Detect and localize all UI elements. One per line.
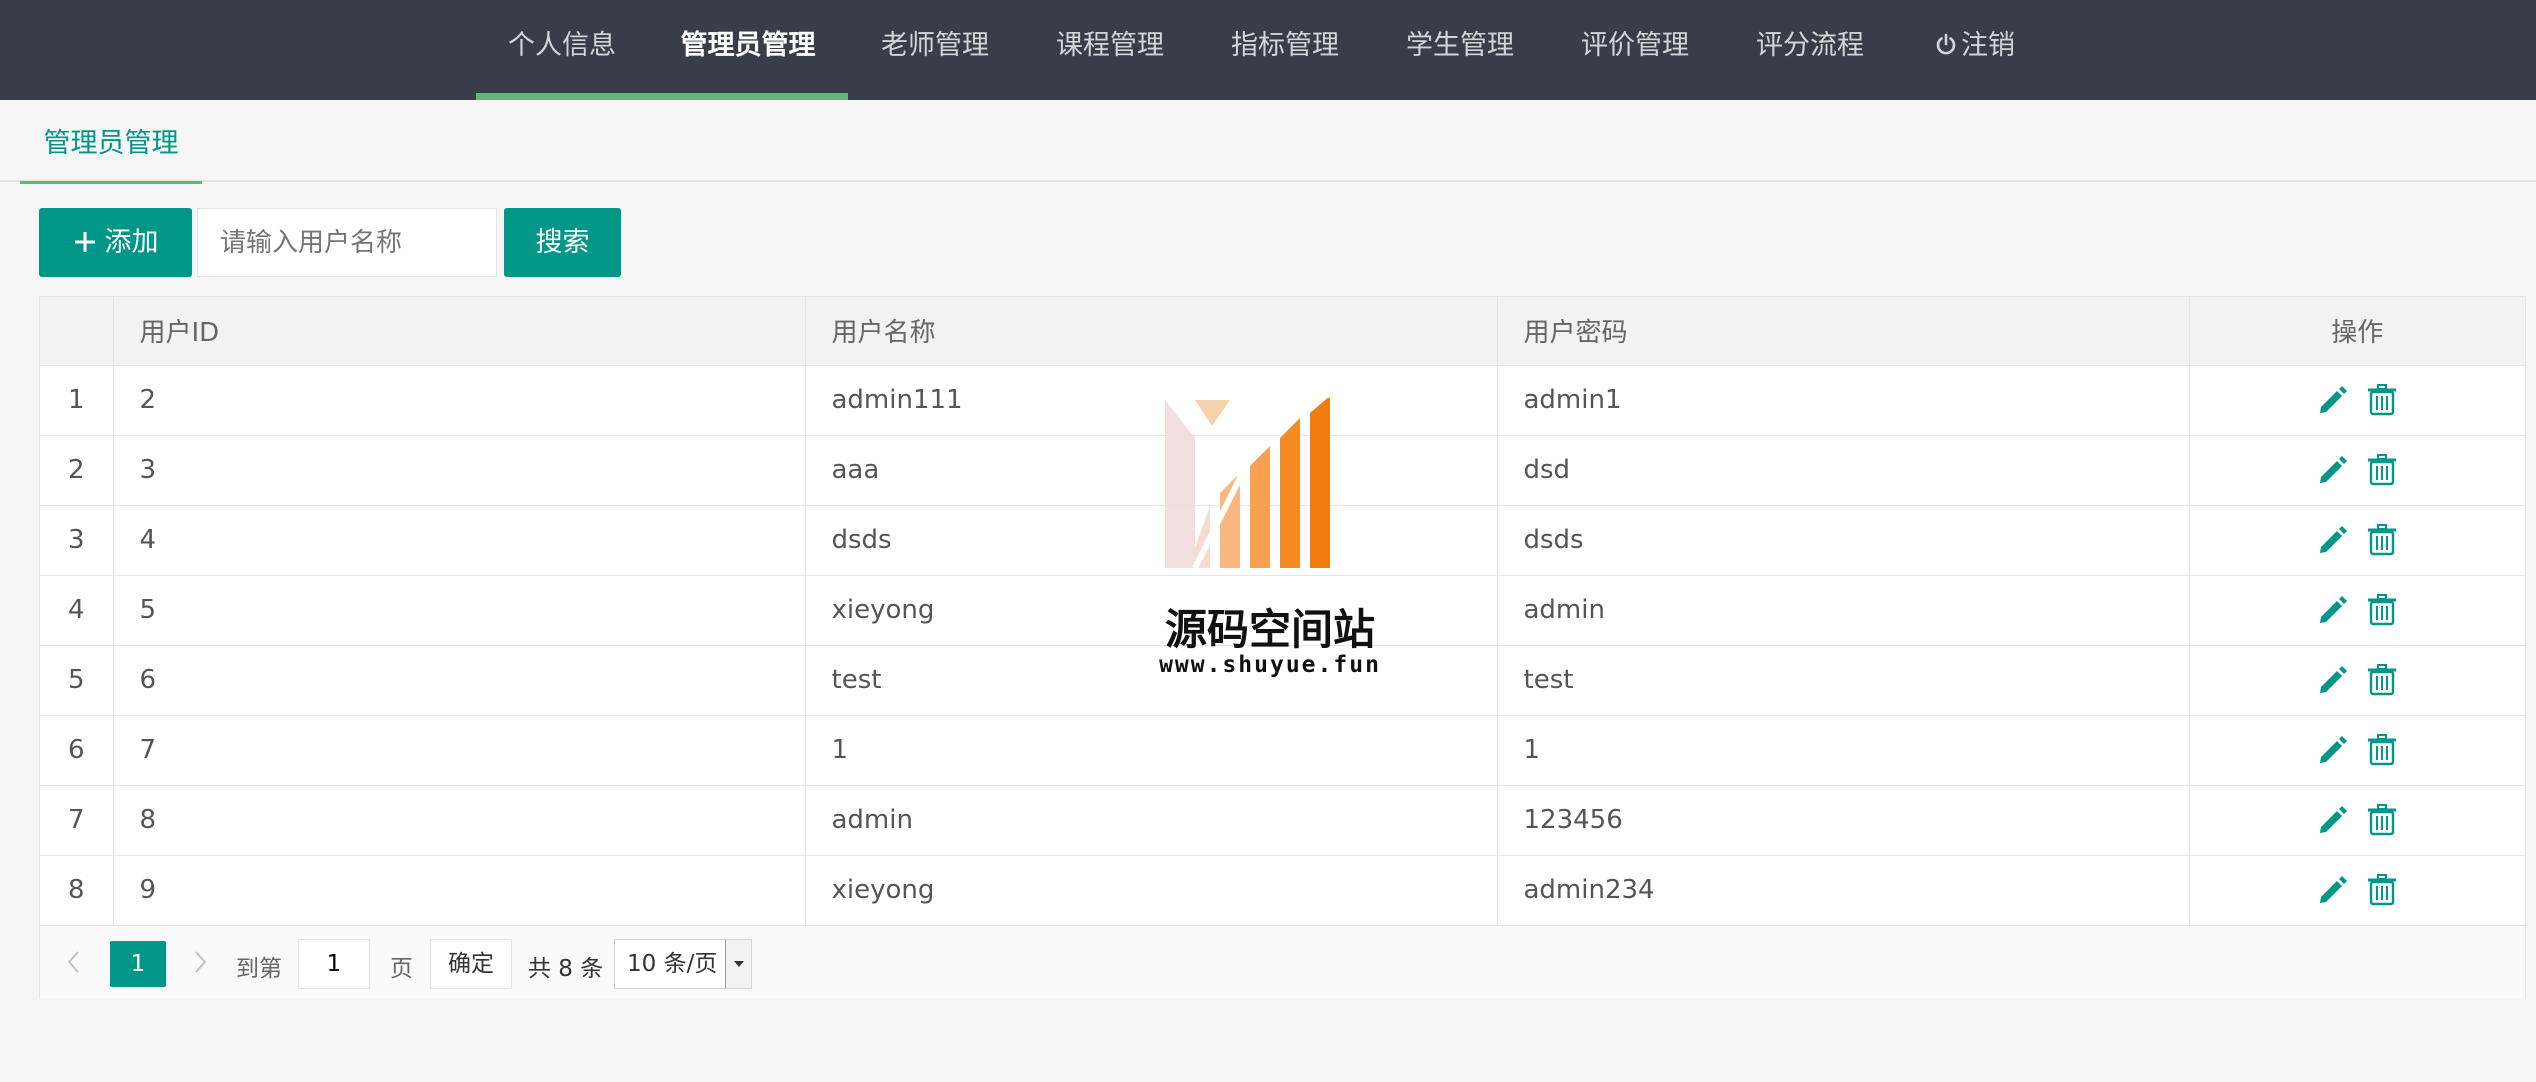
nav-item-indicator-management[interactable]: 指标管理 [1210, 0, 1360, 100]
cell-user-password: test [1497, 645, 2190, 716]
cell-user-id: 3 [113, 435, 806, 506]
row-index: 2 [40, 435, 114, 506]
table-header-row: 用户ID 用户名称 用户密码 操作 [40, 297, 2525, 366]
cell-user-id: 2 [113, 365, 806, 436]
column-header-index [40, 297, 114, 366]
watermark: 源码空间站 www.shuyue.fun [1150, 398, 1390, 698]
tab-admin-management[interactable]: 管理员管理 [20, 100, 202, 184]
cell-user-id: 7 [113, 715, 806, 786]
nav-item-teacher-management[interactable]: 老师管理 [860, 0, 1010, 100]
goto-confirm-button[interactable]: 确定 [430, 939, 512, 989]
table-row: 8 9 xieyong admin234 [40, 855, 2525, 926]
edit-icon[interactable] [2315, 803, 2349, 837]
nav-item-personal-info[interactable]: 个人信息 [476, 0, 648, 100]
row-index: 1 [40, 365, 114, 436]
page-size-select[interactable]: 10 条/页 [614, 939, 752, 989]
cell-actions [2189, 365, 2525, 436]
cell-actions [2189, 435, 2525, 506]
cell-user-name: 1 [805, 715, 1498, 786]
add-button[interactable]: 添加 [39, 208, 192, 277]
nav-item-admin-management-label: 管理员管理 [680, 30, 816, 61]
cell-user-password: admin234 [1497, 855, 2190, 926]
edit-icon[interactable] [2315, 873, 2349, 907]
edit-icon[interactable] [2315, 733, 2349, 767]
delete-icon[interactable] [2365, 453, 2399, 487]
cell-actions [2189, 785, 2525, 856]
delete-icon[interactable] [2365, 803, 2399, 837]
cell-user-password: 1 [1497, 715, 2190, 786]
edit-icon[interactable] [2315, 383, 2349, 417]
goto-page-label: 到第 [236, 956, 282, 982]
cell-user-password: 123456 [1497, 785, 2190, 856]
column-header-user-name[interactable]: 用户名称 [805, 297, 1498, 366]
delete-icon[interactable] [2365, 383, 2399, 417]
column-header-user-password[interactable]: 用户密码 [1497, 297, 2190, 366]
table-row: 7 8 admin 123456 [40, 785, 2525, 856]
add-button-label: 添加 [104, 227, 159, 258]
search-button[interactable]: 搜索 [504, 208, 621, 277]
nav-item-evaluation-management[interactable]: 评价管理 [1560, 0, 1710, 100]
pagination: 1 到第 页 确定 共 8 条 10 条/页 [40, 927, 2525, 999]
prev-page-icon[interactable] [64, 949, 84, 975]
delete-icon[interactable] [2365, 873, 2399, 907]
row-index: 8 [40, 855, 114, 926]
tab-bar: 管理员管理 [0, 100, 2536, 184]
watermark-title: 源码空间站 [1164, 605, 1375, 654]
edit-icon[interactable] [2315, 593, 2349, 627]
cell-user-name: xieyong [805, 855, 1498, 926]
current-page-button[interactable]: 1 [110, 941, 166, 987]
cell-actions [2189, 715, 2525, 786]
delete-icon[interactable] [2365, 663, 2399, 697]
plus-icon [74, 232, 95, 252]
cell-user-password: dsds [1497, 505, 2190, 576]
cell-user-id: 9 [113, 855, 806, 926]
edit-icon[interactable] [2315, 523, 2349, 557]
cell-user-id: 6 [113, 645, 806, 716]
table-row: 6711 [40, 715, 2525, 786]
cell-actions [2189, 575, 2525, 646]
cell-user-id: 8 [113, 785, 806, 856]
total-count: 共 8 条 [528, 956, 604, 982]
nav-item-logout[interactable]: 注销 [1910, 0, 2040, 100]
watermark-url: www.shuyue.fun [1159, 652, 1381, 678]
row-index: 7 [40, 785, 114, 856]
goto-page-input[interactable] [298, 939, 370, 989]
cell-user-password: dsd [1497, 435, 2190, 506]
cell-user-id: 5 [113, 575, 806, 646]
nav-item-course-management[interactable]: 课程管理 [1035, 0, 1185, 100]
top-navigation-bar: 个人信息 管理员管理 老师管理 课程管理 指标管理 学生管理 评价管理 评分流程… [0, 0, 2536, 100]
cell-user-id: 4 [113, 505, 806, 576]
delete-icon[interactable] [2365, 733, 2399, 767]
row-index: 4 [40, 575, 114, 646]
row-index: 3 [40, 505, 114, 576]
row-index: 5 [40, 645, 114, 716]
page-unit-label: 页 [390, 956, 413, 982]
column-header-actions: 操作 [2189, 297, 2525, 366]
cell-user-password: admin1 [1497, 365, 2190, 436]
power-icon [1936, 33, 1956, 55]
edit-icon[interactable] [2315, 663, 2349, 697]
dropdown-caret-icon [725, 940, 751, 988]
delete-icon[interactable] [2365, 593, 2399, 627]
cell-user-password: admin [1497, 575, 2190, 646]
nav-item-logout-label: 注销 [1961, 30, 2015, 61]
nav-item-student-management[interactable]: 学生管理 [1385, 0, 1535, 100]
cell-actions [2189, 645, 2525, 716]
search-input[interactable] [197, 208, 497, 277]
delete-icon[interactable] [2365, 523, 2399, 557]
row-index: 6 [40, 715, 114, 786]
cell-actions [2189, 505, 2525, 576]
cell-actions [2189, 855, 2525, 926]
page-size-value: 10 条/页 [627, 951, 718, 977]
edit-icon[interactable] [2315, 453, 2349, 487]
next-page-icon[interactable] [190, 949, 210, 975]
watermark-logo-icon [1165, 398, 1330, 570]
column-header-user-id[interactable]: 用户ID [113, 297, 806, 366]
nav-item-scoring-process[interactable]: 评分流程 [1735, 0, 1885, 100]
cell-user-name: admin [805, 785, 1498, 856]
